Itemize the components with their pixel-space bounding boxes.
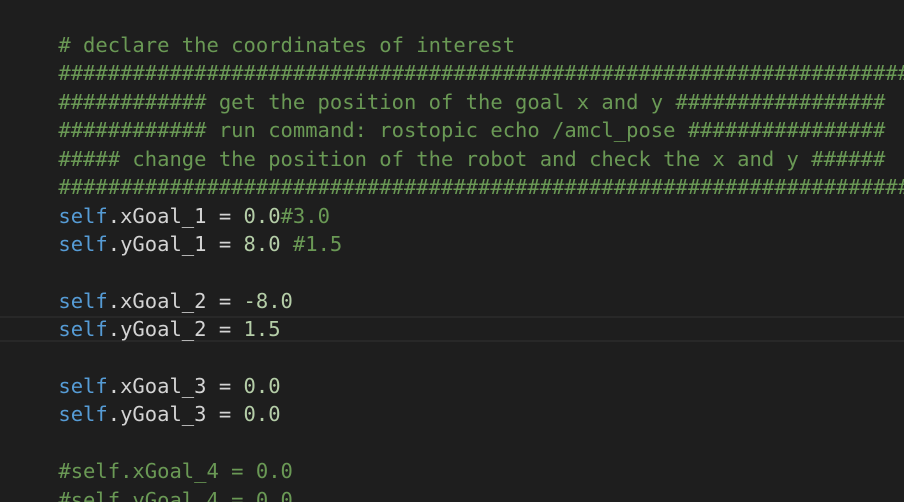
code-line[interactable]: ########################################… — [9, 145, 904, 199]
inline-comment: #1.5 — [280, 232, 343, 256]
number-literal: 0.0 — [243, 402, 281, 426]
self-keyword: self — [58, 232, 108, 256]
assign-operator: = — [206, 232, 244, 256]
self-keyword: self — [58, 317, 108, 341]
code-line[interactable]: self.yGoal_1 = 8.0 #1.5 — [9, 202, 342, 256]
number-literal: 8.0 — [243, 232, 281, 256]
number-literal: 1.5 — [243, 317, 281, 341]
code-line[interactable]: # declare the coordinates of interest — [9, 3, 515, 57]
code-line[interactable]: self.xGoal_1 = 0.0#3.0 — [9, 174, 330, 228]
self-keyword: self — [58, 402, 108, 426]
code-line[interactable]: self.yGoal_2 = 1.5 — [9, 287, 280, 341]
assign-operator: = — [206, 402, 244, 426]
comment-text: #self.yGoal_4 = 0.0 — [58, 488, 293, 502]
code-line[interactable]: #self.yGoal_4 = 0.0 — [9, 458, 293, 502]
attribute-name: .yGoal_1 — [107, 232, 207, 256]
code-line[interactable]: self.xGoal_3 = 0.0 — [9, 344, 280, 398]
assign-operator: = — [206, 317, 244, 341]
code-line[interactable]: ########################################… — [9, 31, 904, 85]
code-line[interactable]: self.yGoal_3 = 0.0 — [9, 372, 280, 426]
code-line[interactable]: ############ run command: rostopic echo … — [9, 88, 885, 142]
attribute-name: .yGoal_3 — [107, 402, 207, 426]
code-line[interactable]: #self.xGoal_4 = 0.0 — [9, 429, 293, 483]
code-line[interactable]: self.xGoal_2 = -8.0 — [9, 259, 293, 313]
code-line[interactable]: ##### change the position of the robot a… — [9, 117, 885, 171]
attribute-name: .yGoal_2 — [107, 317, 207, 341]
code-editor[interactable]: # declare the coordinates of interest ##… — [0, 0, 904, 502]
code-line[interactable]: ############ get the position of the goa… — [9, 60, 885, 114]
